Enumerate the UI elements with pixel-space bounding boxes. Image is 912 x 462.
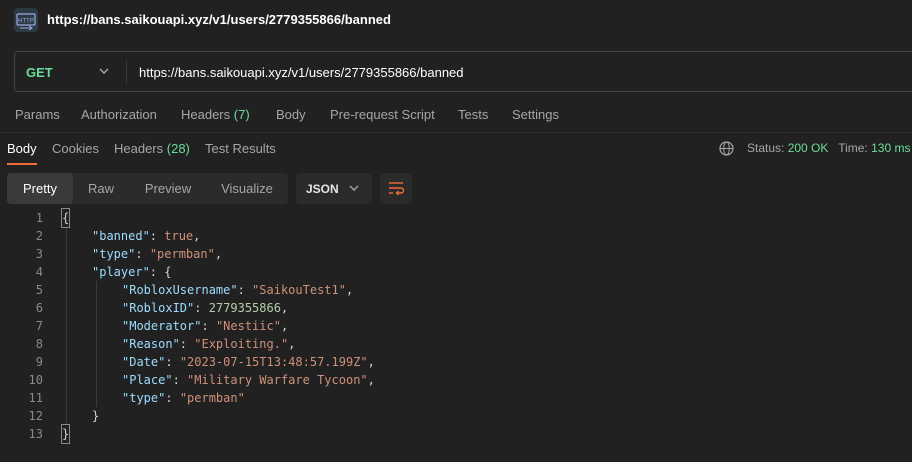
json-value: "2023-07-15T13:48:57.199Z" <box>179 355 368 369</box>
json-key: "Moderator" <box>122 319 202 333</box>
json-value: "permban" <box>179 391 245 405</box>
tab-test-results[interactable]: Test Results <box>205 141 276 156</box>
json-key: "RobloxID" <box>122 301 195 315</box>
tab-headers[interactable]: Headers (7) <box>181 107 250 122</box>
line-number: 11 <box>28 391 43 405</box>
view-mode-bar: Pretty Raw Preview Visualize <box>7 173 288 204</box>
divider <box>0 132 912 133</box>
json-key: "player" <box>92 265 150 279</box>
line-number: 13 <box>28 427 43 441</box>
json-key: "type" <box>122 391 166 405</box>
response-status: Status: 200 OK Time: 130 ms <box>747 141 910 155</box>
line-number: 4 <box>35 265 43 279</box>
json-value: "Military Warfare Tycoon" <box>187 373 368 387</box>
view-preview-button[interactable]: Preview <box>133 173 203 204</box>
line-number: 12 <box>28 409 43 423</box>
tab-pre-request-script[interactable]: Pre-request Script <box>330 107 435 122</box>
tab-params[interactable]: Params <box>15 107 60 122</box>
line-number: 10 <box>28 373 43 387</box>
json-value: "permban" <box>149 247 215 261</box>
json-key: "RobloxUsername" <box>122 283 238 297</box>
json-value: { <box>164 265 172 279</box>
view-pretty-button[interactable]: Pretty <box>7 173 73 204</box>
tab-label: Headers <box>114 141 164 156</box>
json-key: "Date" <box>122 355 166 369</box>
method-select[interactable]: GET <box>26 65 53 80</box>
line-number: 5 <box>35 283 43 297</box>
active-tab-indicator <box>7 163 37 165</box>
line-number: 1 <box>35 211 43 225</box>
svg-text:HTTP: HTTP <box>18 19 34 25</box>
format-select[interactable]: JSON <box>296 173 372 204</box>
code-brace: { <box>60 208 71 228</box>
tab-authorization[interactable]: Authorization <box>81 107 157 122</box>
divider <box>126 60 127 84</box>
chevron-down-icon[interactable] <box>97 64 111 78</box>
line-number: 7 <box>35 319 43 333</box>
json-value: "Exploiting." <box>194 337 289 351</box>
tab-response-headers[interactable]: Headers (28) <box>114 141 190 156</box>
tab-response-body[interactable]: Body <box>7 141 37 156</box>
wrap-lines-button[interactable] <box>380 173 412 204</box>
globe-icon[interactable] <box>718 140 735 157</box>
indent-guide <box>66 227 67 425</box>
code-brace: } <box>92 409 100 423</box>
request-title: https://bans.saikouapi.xyz/v1/users/2779… <box>47 12 391 27</box>
line-number: 9 <box>35 355 43 369</box>
json-value: true <box>164 229 194 243</box>
wrap-lines-icon <box>380 182 412 207</box>
status-label: Status: <box>747 141 785 155</box>
line-number: 6 <box>35 301 43 315</box>
title-bar: HTTP https://bans.saikouapi.xyz/v1/users… <box>0 0 912 40</box>
format-label: JSON <box>306 182 339 196</box>
time-value[interactable]: 130 ms <box>871 141 910 155</box>
url-input[interactable]: https://bans.saikouapi.xyz/v1/users/2779… <box>139 65 464 80</box>
view-raw-button[interactable]: Raw <box>73 173 129 204</box>
tab-tests[interactable]: Tests <box>458 107 488 122</box>
line-number: 3 <box>35 247 43 261</box>
json-key: "Place" <box>122 373 173 387</box>
tab-settings[interactable]: Settings <box>512 107 559 122</box>
status-value[interactable]: 200 OK <box>788 141 829 155</box>
json-key: "banned" <box>92 229 150 243</box>
json-value: "SaikouTest1" <box>252 283 346 297</box>
chevron-down-icon <box>348 182 360 194</box>
headers-count: (7) <box>233 107 250 122</box>
headers-count: (28) <box>166 141 190 156</box>
json-value: "Nestiic" <box>215 319 281 333</box>
tab-body[interactable]: Body <box>276 107 306 122</box>
tab-label: Headers <box>181 107 231 122</box>
tab-cookies[interactable]: Cookies <box>52 141 99 156</box>
json-key: "type" <box>92 247 136 261</box>
view-visualize-button[interactable]: Visualize <box>209 173 285 204</box>
url-bar: GET https://bans.saikouapi.xyz/v1/users/… <box>14 51 912 92</box>
line-number: 2 <box>35 229 43 243</box>
json-key: "Reason" <box>122 337 180 351</box>
http-icon: HTTP <box>14 8 38 32</box>
time-label: Time: <box>838 141 868 155</box>
line-number: 8 <box>35 337 43 351</box>
indent-guide <box>96 281 97 407</box>
code-brace: } <box>60 424 71 444</box>
json-value: 2779355866 <box>208 301 281 315</box>
